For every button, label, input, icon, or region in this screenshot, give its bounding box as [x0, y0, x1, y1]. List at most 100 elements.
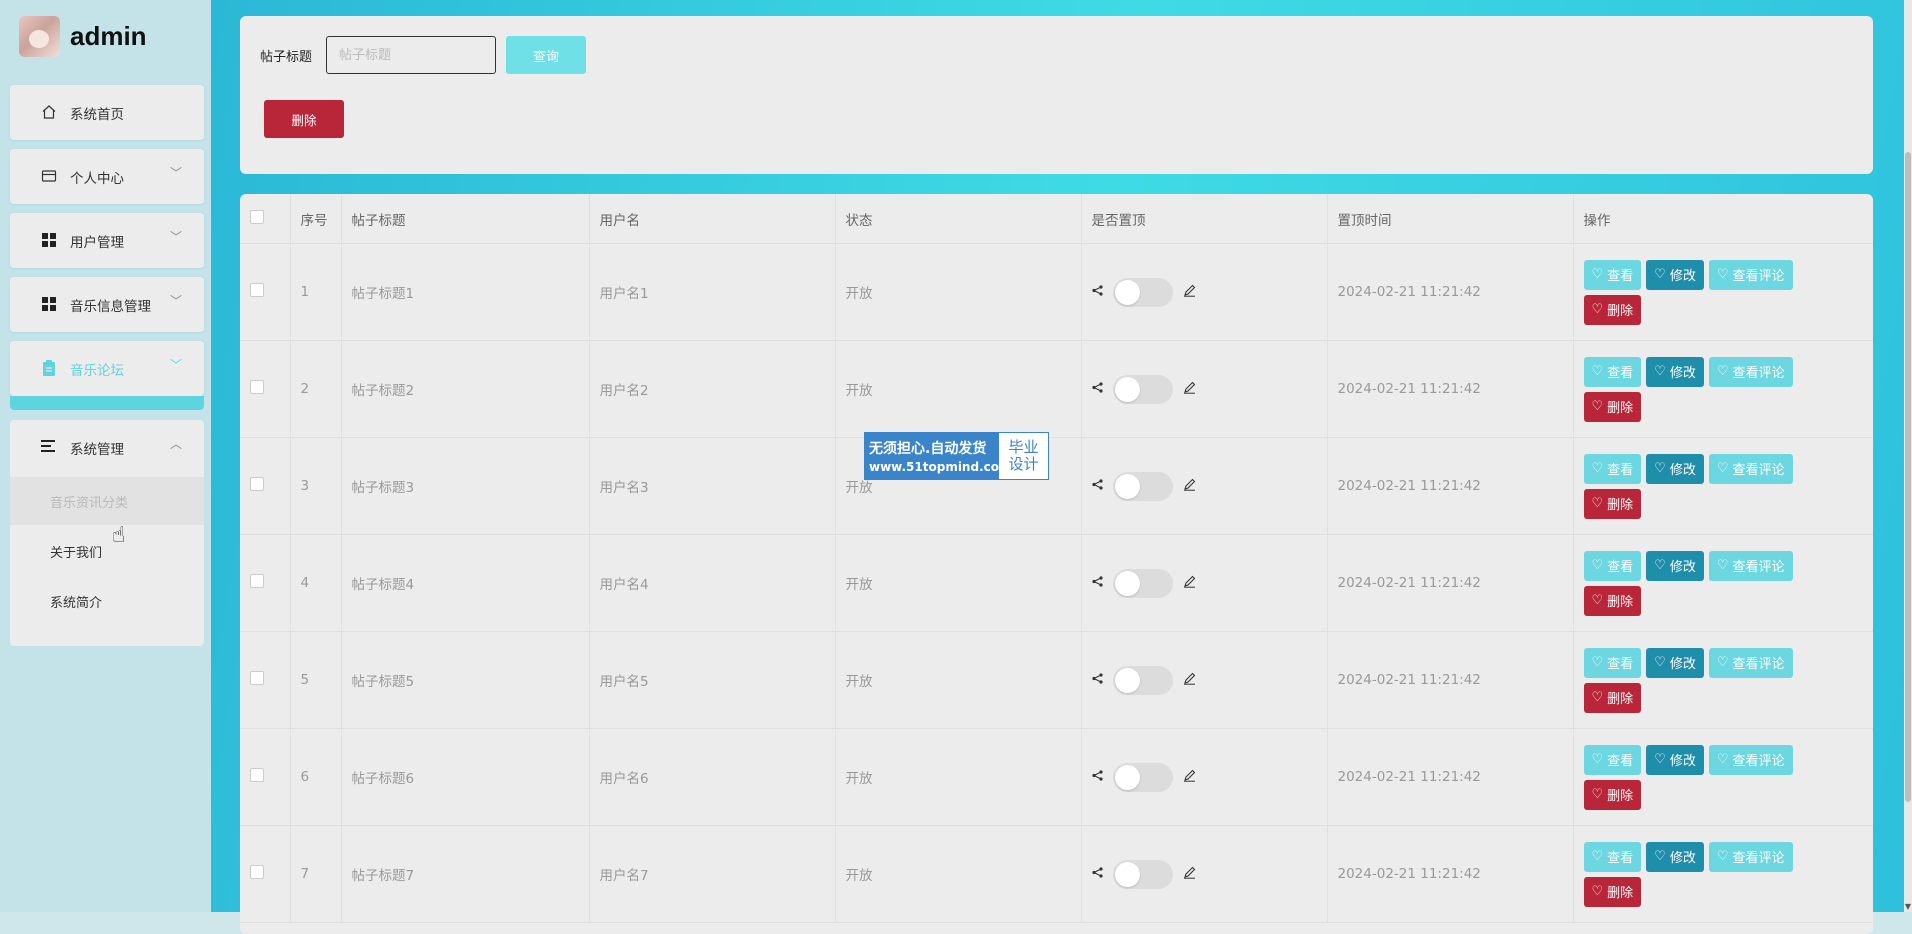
view-button[interactable]: ♡ 查看 [1583, 453, 1642, 484]
user-cell: 用户名5 [589, 631, 836, 729]
sidebar-item-profile[interactable]: 个人中心 ﹀ [10, 149, 204, 204]
row-checkbox[interactable] [250, 865, 264, 879]
actions-cell: ♡ 查看 ♡ 修改 ♡ 查看评论 ♡ 删除 [1573, 825, 1873, 923]
share-icon[interactable] [1091, 381, 1103, 397]
heart-icon: ♡ [1716, 849, 1729, 864]
pen-icon[interactable] [1183, 672, 1196, 689]
row-checkbox[interactable] [250, 477, 264, 491]
pen-icon[interactable] [1183, 381, 1196, 398]
scroll-down-arrow-icon[interactable]: ▼ [1904, 902, 1912, 912]
pin-toggle[interactable] [1112, 665, 1173, 695]
delete-button[interactable]: ♡ 删除 [1583, 294, 1642, 325]
submenu-item-about[interactable]: 关于我们 [10, 527, 204, 575]
status-cell: 开放 [835, 534, 1082, 632]
scrollbar[interactable]: ▼ [1904, 0, 1912, 912]
search-input[interactable] [326, 36, 496, 74]
edit-button[interactable]: ♡ 修改 [1646, 744, 1704, 775]
row-checkbox[interactable] [250, 671, 264, 685]
query-button[interactable]: 查询 [506, 36, 586, 74]
view-button[interactable]: ♡ 查看 [1583, 356, 1642, 387]
pen-icon[interactable] [1183, 769, 1196, 786]
pin-toggle[interactable] [1112, 374, 1173, 404]
view-comments-button[interactable]: ♡ 查看评论 [1708, 453, 1793, 484]
clipboard-icon [41, 360, 57, 376]
pen-icon[interactable] [1183, 284, 1196, 301]
share-icon[interactable] [1091, 866, 1103, 882]
pin-controls [1091, 374, 1317, 404]
heart-icon: ♡ [1591, 593, 1604, 608]
pen-icon[interactable] [1183, 866, 1196, 883]
watermark-line1: 无须担心.自动发货 [869, 441, 987, 457]
delete-button[interactable]: ♡ 删除 [1583, 876, 1642, 907]
view-comments-button[interactable]: ♡ 查看评论 [1708, 356, 1793, 387]
view-comments-button[interactable]: ♡ 查看评论 [1708, 744, 1793, 775]
view-comments-button[interactable]: ♡ 查看评论 [1708, 647, 1793, 678]
view-comments-button[interactable]: ♡ 查看评论 [1708, 550, 1793, 581]
edit-button[interactable]: ♡ 修改 [1646, 550, 1704, 581]
sidebar-item-home[interactable]: 系统首页 [10, 85, 204, 140]
watermark: 无须担心.自动发货 www.51topmind.com 毕业 设计 [864, 432, 1049, 480]
row-actions: ♡ 查看 ♡ 修改 ♡ 查看评论 ♡ 删除 [1583, 356, 1814, 422]
pin-controls [1091, 568, 1317, 598]
scroll-thumb[interactable] [1905, 152, 1911, 802]
pin-cell [1081, 437, 1328, 535]
grid-icon [41, 232, 57, 248]
edit-button[interactable]: ♡ 修改 [1646, 841, 1704, 872]
share-icon[interactable] [1091, 672, 1103, 688]
pen-icon[interactable] [1183, 478, 1196, 495]
view-button[interactable]: ♡ 查看 [1583, 550, 1642, 581]
avatar[interactable] [19, 15, 60, 57]
delete-button[interactable]: ♡ 删除 [1583, 682, 1642, 713]
heart-icon: ♡ [1591, 496, 1604, 511]
delete-button[interactable]: ♡ 删除 [1583, 779, 1642, 810]
bulk-delete-button[interactable]: 删除 [264, 100, 344, 138]
heart-icon: ♡ [1591, 655, 1604, 670]
view-button[interactable]: ♡ 查看 [1583, 647, 1642, 678]
sidebar-item-users[interactable]: 用户管理 ﹀ [10, 213, 204, 268]
title-cell: 帖子标题3 [341, 437, 590, 535]
submenu-item-music-category[interactable]: 音乐资讯分类 [10, 477, 204, 525]
pin-toggle[interactable] [1112, 277, 1173, 307]
share-icon[interactable] [1091, 478, 1103, 494]
edit-button[interactable]: ♡ 修改 [1646, 647, 1704, 678]
row-checkbox[interactable] [250, 574, 264, 588]
pin-toggle[interactable] [1112, 762, 1173, 792]
view-comments-button[interactable]: ♡ 查看评论 [1708, 259, 1793, 290]
pin-cell [1081, 631, 1328, 729]
pin-toggle[interactable] [1112, 471, 1173, 501]
view-button[interactable]: ♡ 查看 [1583, 841, 1642, 872]
share-icon[interactable] [1091, 575, 1103, 591]
view-button[interactable]: ♡ 查看 [1583, 259, 1642, 290]
chevron-up-icon: ︿ [169, 437, 182, 451]
delete-button[interactable]: ♡ 删除 [1583, 391, 1642, 422]
sidebar-item-forum[interactable]: 音乐论坛 ﹀ [10, 341, 204, 396]
row-checkbox[interactable] [250, 283, 264, 297]
sidebar-item-music-info[interactable]: 音乐信息管理 ﹀ [10, 277, 204, 332]
share-icon[interactable] [1091, 769, 1103, 785]
pin-cell [1081, 243, 1328, 341]
heart-icon: ♡ [1654, 558, 1666, 573]
view-label: 查看 [1607, 560, 1634, 575]
pin-toggle[interactable] [1112, 859, 1173, 889]
delete-button[interactable]: ♡ 删除 [1583, 488, 1642, 519]
edit-button[interactable]: ♡ 修改 [1646, 356, 1704, 387]
view-button[interactable]: ♡ 查看 [1583, 744, 1642, 775]
submenu-item-intro[interactable]: 系统简介 [10, 577, 204, 625]
pin-toggle[interactable] [1112, 568, 1173, 598]
edit-button[interactable]: ♡ 修改 [1646, 453, 1704, 484]
submenu-system: 系统管理 ︿ 音乐资讯分类 关于我们 系统简介 [10, 420, 204, 646]
edit-button[interactable]: ♡ 修改 [1646, 259, 1704, 290]
pen-icon[interactable] [1183, 575, 1196, 592]
view-comments-button[interactable]: ♡ 查看评论 [1708, 841, 1793, 872]
view-label: 查看 [1607, 269, 1634, 284]
home-icon [41, 104, 57, 120]
row-checkbox[interactable] [250, 768, 264, 782]
sidebar-item-system[interactable]: 系统管理 ︿ [10, 420, 204, 475]
row-actions: ♡ 查看 ♡ 修改 ♡ 查看评论 ♡ 删除 [1583, 550, 1814, 616]
share-icon[interactable] [1091, 284, 1103, 300]
delete-button[interactable]: ♡ 删除 [1583, 585, 1642, 616]
select-all-checkbox[interactable] [250, 209, 264, 224]
heart-icon: ♡ [1591, 884, 1604, 899]
row-checkbox[interactable] [250, 380, 264, 394]
heart-icon: ♡ [1654, 267, 1666, 282]
